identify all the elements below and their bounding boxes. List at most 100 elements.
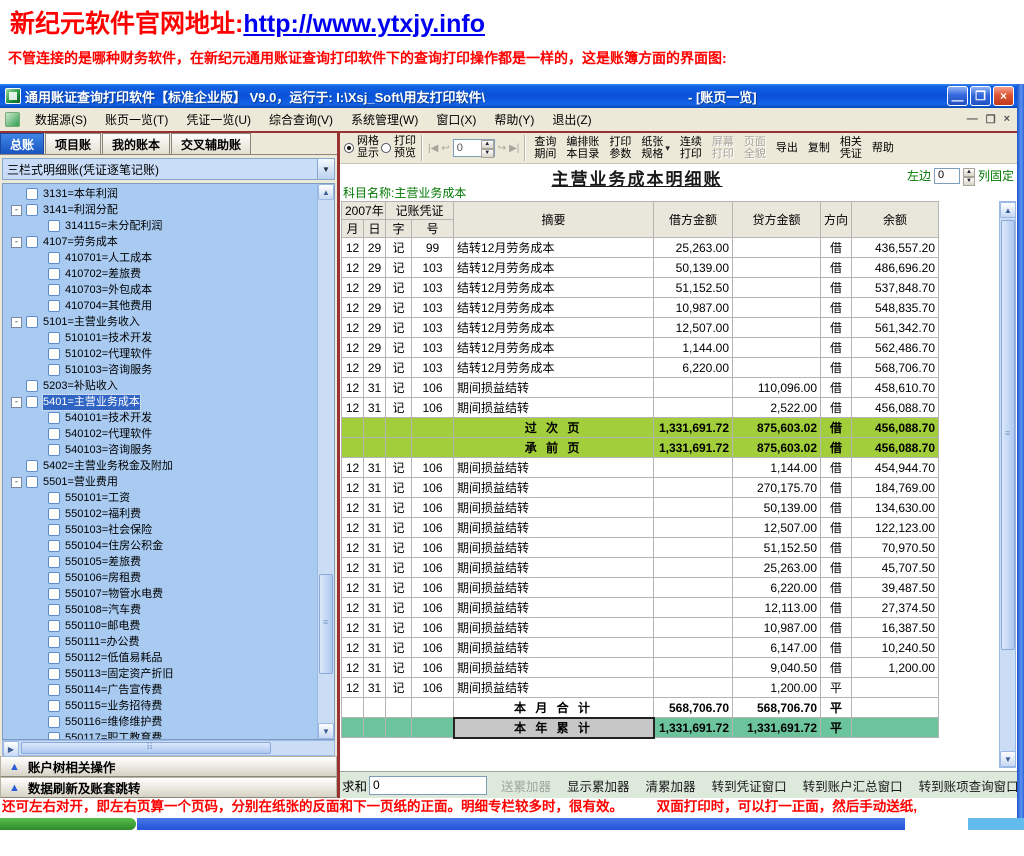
checkbox[interactable] — [26, 188, 38, 200]
tree-horizontal-scrollbar[interactable]: ◀ ▶ — [2, 740, 335, 756]
site-url-link[interactable]: http://www.ytxjy.info — [243, 10, 485, 38]
menu-item[interactable]: 帮助(Y) — [485, 108, 543, 131]
table-row[interactable]: 1229记103结转12月劳务成本10,987.00借548,835.70 — [342, 298, 939, 318]
tree-item[interactable]: -5101=主营业务收入 — [3, 314, 317, 330]
checkbox[interactable] — [26, 316, 38, 328]
bottom-button[interactable]: 转到账项查询窗口 — [919, 776, 1019, 795]
titlebar[interactable]: 通用账证查询打印软件【标准企业版】 V9.0，运行于: I:\Xsj_Soft\… — [0, 84, 1024, 108]
tree-item[interactable]: 410703=外包成本 — [3, 282, 317, 298]
tree-item[interactable]: 550101=工资 — [3, 490, 317, 506]
menu-item[interactable]: 账页一览(T) — [96, 108, 177, 131]
menu-item[interactable]: 系统管理(W) — [342, 108, 427, 131]
collapse-minus-icon[interactable]: - — [11, 477, 22, 488]
tree-item[interactable]: 550102=福利费 — [3, 506, 317, 522]
print-preview-radio[interactable]: 打印 预览 — [381, 136, 416, 159]
checkbox[interactable] — [48, 716, 60, 728]
checkbox[interactable] — [48, 364, 60, 376]
tree-item[interactable]: 550114=广告宣传费 — [3, 682, 317, 698]
checkbox[interactable] — [48, 508, 60, 520]
table-row[interactable]: 1229记103结转12月劳务成本51,152.50借537,848.70 — [342, 278, 939, 298]
panel-data-refresh[interactable]: ▲ 数据刷新及账套跳转 — [0, 777, 337, 798]
mdi-close-icon[interactable]: × — [1004, 113, 1010, 126]
table-row[interactable]: 1231记106期间损益结转2,522.00借456,088.70 — [342, 398, 939, 418]
sum-input[interactable] — [369, 776, 487, 795]
checkbox[interactable] — [48, 700, 60, 712]
tree-item[interactable]: 510101=技术开发 — [3, 330, 317, 346]
toolbar-button[interactable]: 编排账 本目录 — [561, 135, 604, 162]
tree-item[interactable]: 550105=差旅费 — [3, 554, 317, 570]
tree-item[interactable]: 550116=维修维护费 — [3, 714, 317, 730]
scroll-right-icon[interactable]: ▶ — [3, 741, 19, 757]
minimize-button[interactable]: — — [947, 86, 968, 106]
table-row[interactable]: 1231记106期间损益结转9,040.50借1,200.00 — [342, 658, 939, 678]
table-row[interactable]: 1229记99结转12月劳务成本25,263.00借436,557.20 — [342, 238, 939, 258]
tree-item[interactable]: -4107=劳务成本 — [3, 234, 317, 250]
last-page-icon[interactable]: ▶| — [509, 143, 519, 154]
checkbox[interactable] — [48, 492, 60, 504]
tab-交叉辅助账[interactable]: 交叉辅助账 — [171, 133, 251, 154]
combo-dropdown-icon[interactable]: ▼ — [317, 159, 334, 179]
table-row[interactable]: 1231记106期间损益结转1,200.00平 — [342, 678, 939, 698]
scroll-down-icon[interactable]: ▼ — [1000, 751, 1016, 767]
checkbox[interactable] — [48, 556, 60, 568]
table-row[interactable]: 1231记106期间损益结转110,096.00借458,610.70 — [342, 378, 939, 398]
checkbox[interactable] — [48, 284, 60, 296]
tab-项目账[interactable]: 项目账 — [45, 133, 101, 154]
restore-button[interactable]: ❒ — [970, 86, 991, 106]
table-row[interactable]: 1231记106期间损益结转270,175.70借184,769.00 — [342, 478, 939, 498]
scroll-up-icon[interactable]: ▲ — [1000, 202, 1016, 218]
tree-item[interactable]: -3141=利润分配 — [3, 202, 317, 218]
checkbox[interactable] — [48, 684, 60, 696]
tree-item[interactable]: 410701=人工成本 — [3, 250, 317, 266]
toolbar-button[interactable]: 复制 — [803, 141, 835, 155]
tree-item[interactable]: 314115=未分配利润 — [3, 218, 317, 234]
taskbar-window-button[interactable] — [137, 818, 905, 830]
first-page-icon[interactable]: |◀ — [428, 143, 438, 154]
table-row[interactable]: 1229记103结转12月劳务成本6,220.00借568,706.70 — [342, 358, 939, 378]
checkbox[interactable] — [48, 348, 60, 360]
table-row[interactable]: 1231记106期间损益结转12,507.00借122,123.00 — [342, 518, 939, 538]
spinner-arrows-icon[interactable]: ▲▼ — [481, 140, 494, 156]
start-button[interactable] — [0, 818, 136, 830]
toolbar-button[interactable]: 查询 期间 — [529, 135, 561, 162]
tree-vertical-scrollbar[interactable]: ▲ ▼ — [317, 184, 334, 739]
checkbox[interactable] — [48, 300, 60, 312]
tree-item[interactable]: 550117=职工教育费 — [3, 730, 317, 740]
table-row[interactable]: 1231记106期间损益结转6,220.00借39,487.50 — [342, 578, 939, 598]
table-row[interactable]: 1231记106期间损益结转12,113.00借27,374.50 — [342, 598, 939, 618]
table-row[interactable]: 过 次 页1,331,691.72875,603.02借456,088.70 — [342, 418, 939, 438]
tree-item[interactable]: 550113=固定资产折旧 — [3, 666, 317, 682]
bottom-button[interactable]: 清累加器 — [646, 776, 696, 795]
table-row[interactable]: 1231记106期间损益结转51,152.50借70,970.50 — [342, 538, 939, 558]
checkbox[interactable] — [48, 636, 60, 648]
tree-item[interactable]: -5501=营业费用 — [3, 474, 317, 490]
tree-item[interactable]: 410702=差旅费 — [3, 266, 317, 282]
tree-item[interactable]: 550107=物管水电费 — [3, 586, 317, 602]
collapse-minus-icon[interactable]: - — [11, 317, 22, 328]
table-row[interactable]: 本 月 合 计568,706.70568,706.70平 — [342, 698, 939, 718]
menu-item[interactable]: 综合查询(V) — [260, 108, 342, 131]
checkbox[interactable] — [48, 668, 60, 680]
checkbox[interactable] — [48, 268, 60, 280]
menu-item[interactable]: 凭证一览(U) — [177, 108, 260, 131]
mdi-restore-icon[interactable]: ❒ — [986, 113, 996, 126]
tree-item[interactable]: 410704=其他费用 — [3, 298, 317, 314]
menu-item[interactable]: 退出(Z) — [543, 108, 600, 131]
checkbox[interactable] — [48, 732, 60, 740]
collapse-minus-icon[interactable]: - — [11, 397, 22, 408]
next-page-icon[interactable]: ↪ — [498, 143, 506, 154]
collapse-minus-icon[interactable]: - — [11, 205, 22, 216]
mdi-minimize-icon[interactable]: — — [967, 113, 978, 126]
checkbox[interactable] — [48, 572, 60, 584]
tree-item[interactable]: 540103=咨询服务 — [3, 442, 317, 458]
tree-hscroll-thumb[interactable] — [21, 742, 271, 754]
tree-item[interactable]: 550110=邮电费 — [3, 618, 317, 634]
menu-item[interactable]: 窗口(X) — [427, 108, 485, 131]
tab-总账[interactable]: 总账 — [0, 133, 44, 154]
checkbox[interactable] — [26, 476, 38, 488]
tree-item[interactable]: -5401=主营业务成本 — [3, 394, 317, 410]
toolbar-button[interactable]: 导出 — [771, 141, 803, 155]
checkbox[interactable] — [48, 332, 60, 344]
toolbar-button[interactable]: 纸张 规格▾ — [636, 135, 675, 162]
checkbox[interactable] — [48, 220, 60, 232]
